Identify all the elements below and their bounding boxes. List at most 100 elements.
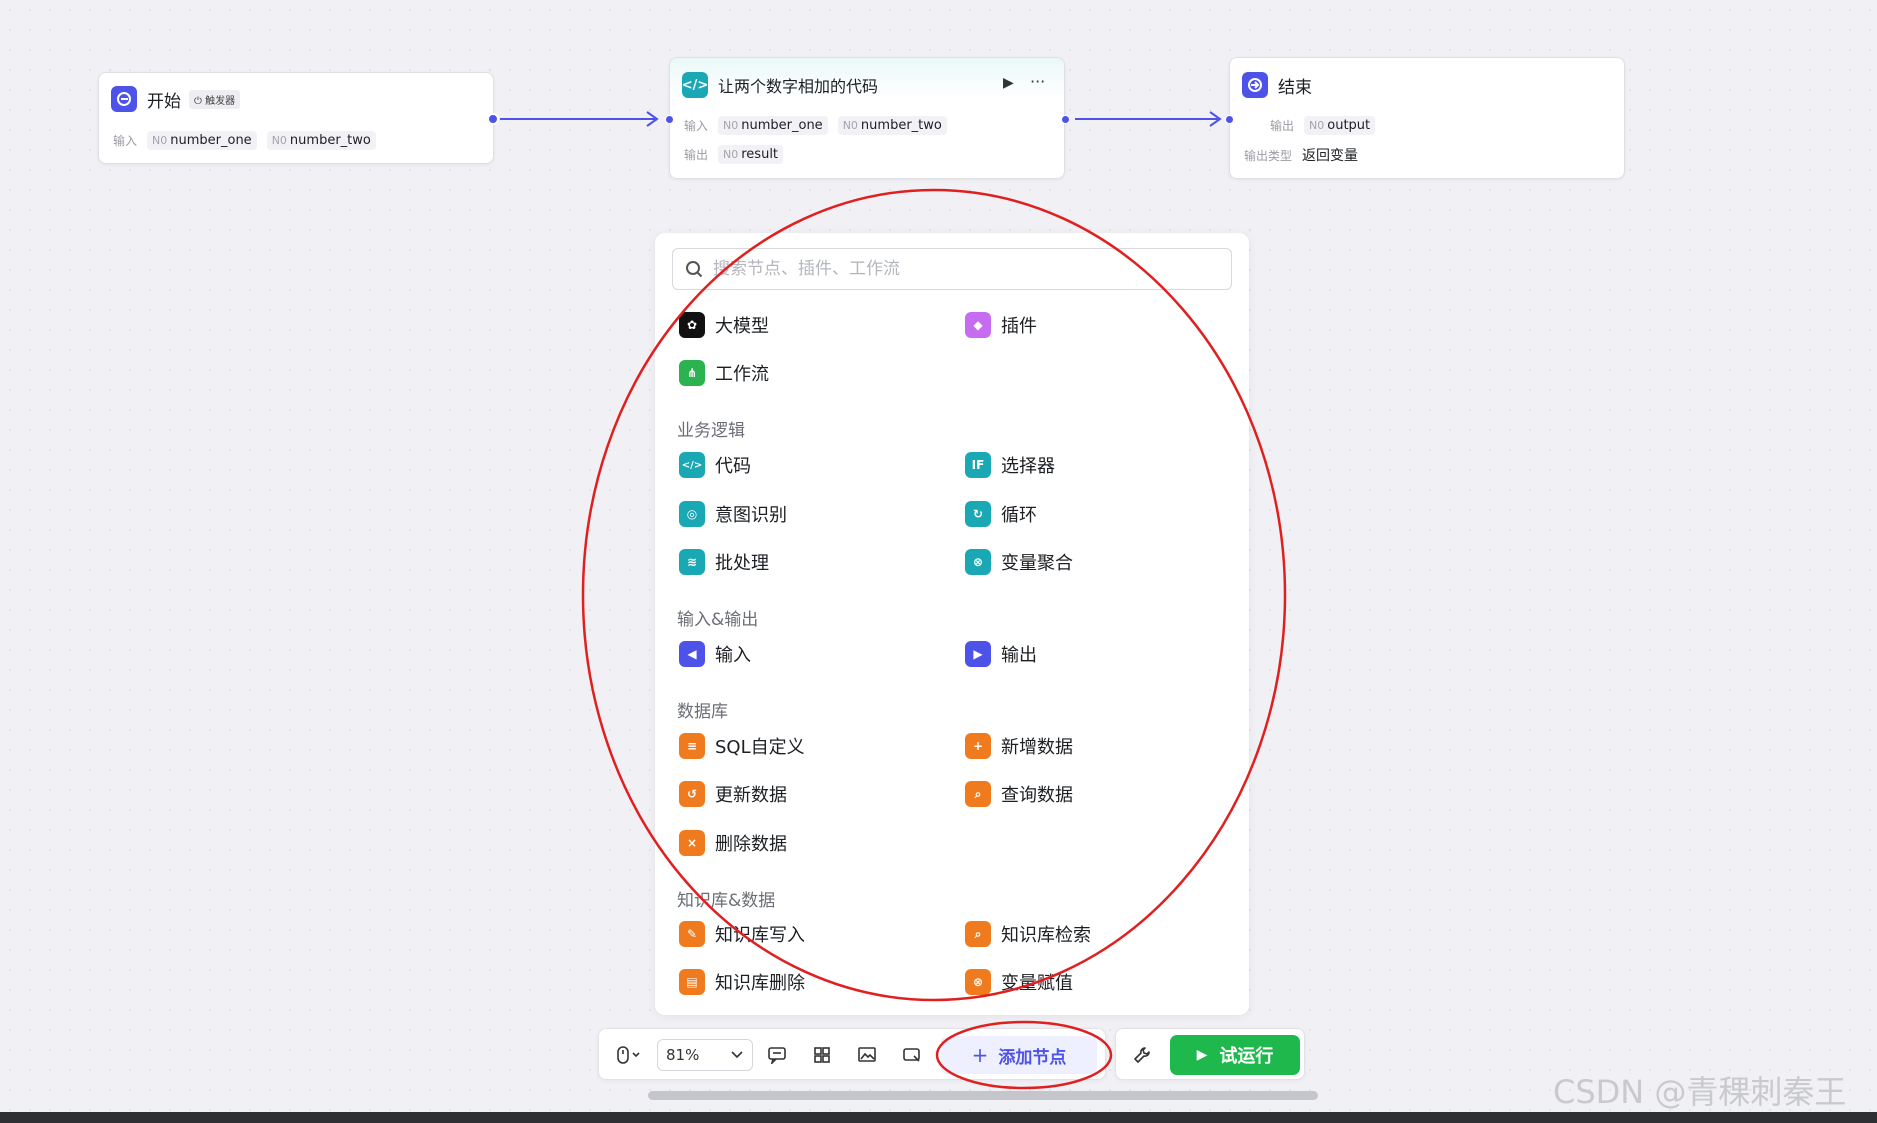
start-var-1: N0 number_one: [147, 131, 257, 150]
kb-delete-icon: ▤: [679, 969, 705, 995]
search-box[interactable]: [672, 248, 1232, 290]
section-business-logic: 业务逻辑: [677, 421, 745, 441]
item-loop[interactable]: ↻ 循环: [965, 499, 1037, 529]
kb-write-icon: ✎: [679, 921, 705, 947]
debug-button[interactable]: [1128, 1041, 1156, 1069]
item-label: 意图识别: [715, 505, 787, 526]
loop-icon: ↻: [965, 501, 991, 527]
trigger-tag: ⏻ 触发器: [189, 89, 241, 109]
start-icon: [111, 86, 137, 112]
end-node[interactable]: 结束 输出 N0 output 输出类型 返回变量: [1225, 57, 1625, 179]
item-db-query[interactable]: ⌕ 查询数据: [965, 779, 1073, 809]
output-icon: ▶: [965, 641, 991, 667]
item-plugin[interactable]: ◆ 插件: [965, 310, 1037, 340]
start-var-2: N0 number_two: [266, 131, 376, 150]
item-db-update[interactable]: ↺ 更新数据: [679, 779, 787, 809]
search-input[interactable]: [713, 259, 1193, 279]
end-node-title: 结束: [1278, 77, 1312, 98]
batch-icon: ≋: [679, 549, 705, 575]
item-sql[interactable]: ≡ SQL自定义: [679, 731, 805, 761]
item-llm[interactable]: ✿ 大模型: [679, 310, 769, 340]
aggregate-icon: ⊗: [965, 549, 991, 575]
end-input-port[interactable]: [1225, 115, 1234, 124]
item-kb-search[interactable]: ⌕ 知识库检索: [965, 919, 1091, 949]
item-output[interactable]: ▶ 输出: [965, 639, 1037, 669]
horizontal-scrollbar[interactable]: [648, 1091, 1318, 1100]
item-label: 变量聚合: [1001, 553, 1073, 574]
viewport-icon: [903, 1048, 920, 1062]
input-icon: ◀: [679, 641, 705, 667]
end-output-type-value: 返回变量: [1302, 148, 1359, 164]
start-input-label: 输入: [113, 134, 138, 148]
assign-icon: ⊗: [965, 969, 991, 995]
comment-button[interactable]: [763, 1041, 791, 1069]
code-node-title: 让两个数字相加的代码: [718, 77, 879, 96]
zoom-value: 81%: [666, 1046, 700, 1064]
add-node-label: 添加节点: [998, 1047, 1067, 1068]
item-kb-write[interactable]: ✎ 知识库写入: [679, 919, 805, 949]
intent-icon: ◎: [679, 501, 705, 527]
item-label: 输入: [715, 645, 751, 666]
canvas-toolbar: 81% + 添加节点: [598, 1028, 1106, 1080]
window-bottom-edge: [0, 1112, 1877, 1123]
layout-button[interactable]: [808, 1041, 836, 1069]
db-query-icon: ⌕: [965, 781, 991, 807]
item-label: SQL自定义: [715, 737, 805, 758]
item-label: 循环: [1001, 505, 1037, 526]
add-node-panel: ✿ 大模型 ◆ 插件 ⋔ 工作流 业务逻辑 </> 代码 IF 选择器 ◎ 意图…: [655, 233, 1249, 1015]
item-label: 删除数据: [715, 834, 787, 855]
item-aggregate[interactable]: ⊗ 变量聚合: [965, 547, 1073, 577]
code-node[interactable]: </> 让两个数字相加的代码 ▶ ··· 输入 N0 number_one N0 n…: [665, 57, 1070, 179]
section-knowledge: 知识库&数据: [677, 891, 776, 911]
zoom-select[interactable]: 81%: [657, 1039, 753, 1071]
start-output-port[interactable]: [487, 113, 499, 125]
item-label: 批处理: [715, 553, 769, 574]
item-label: 查询数据: [1001, 785, 1073, 806]
item-label: 工作流: [715, 364, 769, 385]
item-assign[interactable]: ⊗ 变量赋值: [965, 967, 1073, 997]
mouse-icon: [617, 1046, 640, 1064]
db-delete-icon: ×: [679, 830, 705, 856]
item-label: 输出: [1001, 645, 1037, 666]
start-node[interactable]: 开始 ⏻ 触发器 输入 N0 number_one N0 number_two: [98, 72, 499, 164]
code-icon: </>: [682, 72, 708, 98]
minimap-button[interactable]: [853, 1041, 881, 1069]
item-db-delete[interactable]: × 删除数据: [679, 828, 787, 858]
item-if[interactable]: IF 选择器: [965, 450, 1055, 480]
item-kb-delete[interactable]: ▤ 知识库删除: [679, 967, 805, 997]
code-icon: </>: [679, 452, 705, 478]
item-code[interactable]: </> 代码: [679, 450, 751, 480]
start-node-title: 开始: [147, 91, 181, 112]
test-run-label: 试运行: [1219, 1046, 1274, 1067]
item-workflow[interactable]: ⋔ 工作流: [679, 358, 769, 388]
plus-icon: +: [971, 1043, 989, 1067]
viewport-button[interactable]: [898, 1041, 926, 1069]
add-node-button[interactable]: + 添加节点: [941, 1036, 1097, 1074]
image-icon: [858, 1047, 876, 1062]
search-icon: [686, 261, 703, 278]
item-label: 新增数据: [1001, 737, 1073, 758]
item-label: 更新数据: [715, 785, 787, 806]
run-toolbar: ▶ 试运行: [1115, 1028, 1305, 1080]
item-label: 知识库检索: [1001, 925, 1091, 946]
item-input[interactable]: ◀ 输入: [679, 639, 751, 669]
item-batch[interactable]: ≋ 批处理: [679, 547, 769, 577]
code-input-port[interactable]: [665, 115, 674, 124]
plugin-icon: ◆: [965, 312, 991, 338]
watermark: CSDN @青稞刺秦王: [1553, 1073, 1847, 1111]
run-node-icon[interactable]: ▶: [1003, 75, 1014, 91]
code-output-label: 输出: [684, 148, 709, 162]
section-database: 数据库: [677, 702, 728, 722]
code-output-port[interactable]: [1061, 115, 1070, 124]
mouse-mode-button[interactable]: [609, 1041, 649, 1069]
more-icon[interactable]: ···: [1030, 72, 1045, 91]
item-intent[interactable]: ◎ 意图识别: [679, 499, 787, 529]
code-input-var-1: N0 number_one: [718, 116, 828, 135]
trigger-icon: ⏻: [194, 95, 206, 107]
end-output-label: 输出: [1270, 119, 1295, 133]
chevron-down-icon: [731, 1051, 743, 1059]
item-label: 插件: [1001, 316, 1037, 337]
item-label: 知识库写入: [715, 925, 805, 946]
test-run-button[interactable]: ▶ 试运行: [1170, 1035, 1300, 1075]
item-db-add[interactable]: + 新增数据: [965, 731, 1073, 761]
